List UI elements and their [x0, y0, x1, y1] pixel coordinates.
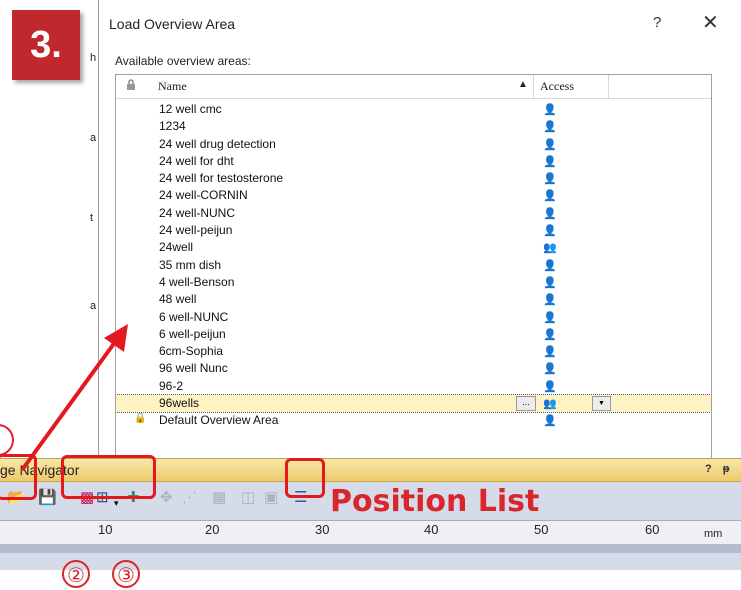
user-access-icon: 👤	[543, 346, 557, 359]
user-access-icon: 👤	[543, 225, 557, 238]
load-overview-dialog: Load Overview Area ? ✕ Available overvie…	[98, 0, 741, 459]
column-header-access[interactable]: Access	[540, 79, 574, 94]
highlight-tools-group	[61, 455, 156, 499]
column-header-name[interactable]: Name	[158, 79, 187, 94]
user-access-icon: 👤	[543, 190, 557, 203]
ruler-label: 50	[534, 522, 549, 537]
frame-icon: ▣	[264, 489, 279, 506]
ruler-label: 60	[645, 522, 660, 537]
help-button[interactable]: ?	[653, 14, 661, 31]
list-item[interactable]: 24well 👥	[116, 239, 711, 256]
user-access-icon: 👤	[543, 104, 557, 116]
list-item[interactable]: 96 well Nunc 👤	[116, 360, 711, 377]
highlight-open-button	[0, 454, 37, 500]
position-list-callout: Position List	[330, 484, 540, 519]
list-item[interactable]: 48 well 👤	[116, 291, 711, 308]
highlight-position-list	[285, 458, 325, 498]
list-item[interactable]: 24 well-CORNIN 👤	[116, 187, 711, 204]
marker-2: ②	[62, 560, 90, 588]
tile-icon: ▦	[212, 489, 227, 506]
edit-ellipsis-button[interactable]: ...	[516, 396, 536, 412]
ruler-label: 10	[98, 522, 113, 537]
list-item[interactable]: 24 well-peijun 👤	[116, 222, 711, 239]
access-dropdown-button[interactable]: ▼	[592, 396, 611, 412]
select-icon: ✥	[160, 489, 173, 506]
user-access-icon: 👤	[543, 380, 557, 393]
user-access-icon: 👤	[543, 294, 557, 307]
user-access-icon: 👤	[543, 138, 557, 151]
dialog-title: Load Overview Area	[109, 16, 236, 32]
list-header: Name ▲ Access	[116, 75, 711, 99]
ruler-label: 40	[424, 522, 439, 537]
points-icon: ⋰	[182, 489, 197, 506]
list-item[interactable]: 24 well for testosterone 👤	[116, 170, 711, 187]
ruler-unit: mm	[704, 528, 723, 540]
sort-ascending-icon: ▲	[518, 79, 528, 90]
lock-column-icon[interactable]	[126, 79, 136, 95]
user-access-icon: 👤	[543, 155, 557, 168]
list-item[interactable]: 6 well-NUNC 👤	[116, 309, 711, 326]
center-icon: ◫	[241, 489, 256, 506]
list-item[interactable]: 6cm-Sophia 👤	[116, 343, 711, 360]
list-item[interactable]: 24 well-NUNC 👤	[116, 205, 711, 222]
group-access-icon: 👥	[543, 398, 557, 411]
panel-pin-controls[interactable]: ? ᵽ	[705, 463, 734, 475]
user-access-icon: 👤	[543, 311, 557, 324]
user-access-icon: 👤	[543, 328, 557, 341]
selected-list-item[interactable]: 96wells ... 👥 ▼	[116, 394, 711, 414]
list-item[interactable]: 4 well-Benson 👤	[116, 274, 711, 291]
list-item[interactable]: 24 well drug detection 👤	[116, 136, 711, 153]
user-access-icon: 👤	[543, 121, 557, 134]
close-button[interactable]: ✕	[702, 10, 719, 35]
ruler-label: 20	[205, 522, 220, 537]
list-item[interactable]: 96-2 👤	[116, 378, 711, 395]
user-access-icon: 👤	[543, 415, 557, 428]
user-access-icon: 👤	[543, 363, 557, 376]
list-item[interactable]: 12 well cmc 👤	[116, 101, 711, 118]
list-item[interactable]: 24 well for dht 👤	[116, 153, 711, 170]
list-item[interactable]: 35 mm dish 👤	[116, 257, 711, 274]
save-icon[interactable]: 💾	[38, 489, 57, 507]
step-badge: 3.	[12, 10, 80, 80]
lock-icon: 🔒	[134, 413, 147, 425]
user-access-icon: 👤	[543, 276, 557, 289]
user-access-icon: 👤	[543, 173, 557, 186]
list-item[interactable]: 🔒 Default Overview Area 👤	[116, 412, 711, 429]
marker-3: ③	[112, 560, 140, 588]
ruler-label: 30	[315, 522, 330, 537]
list-item[interactable]: 6 well-peijun 👤	[116, 326, 711, 343]
group-access-icon: 👥	[543, 242, 557, 255]
list-item[interactable]: 1234 👤	[116, 118, 711, 135]
overview-area-list[interactable]: Name ▲ Access 12 well cmc 👤 1234 👤 24 well…	[115, 74, 712, 459]
available-areas-label: Available overview areas:	[115, 54, 251, 68]
user-access-icon: 👤	[543, 207, 557, 220]
ruler: 10 20 30 40 50 60 mm	[0, 520, 741, 553]
user-access-icon: 👤	[543, 259, 557, 272]
ruler-scrollbar[interactable]	[0, 544, 741, 553]
